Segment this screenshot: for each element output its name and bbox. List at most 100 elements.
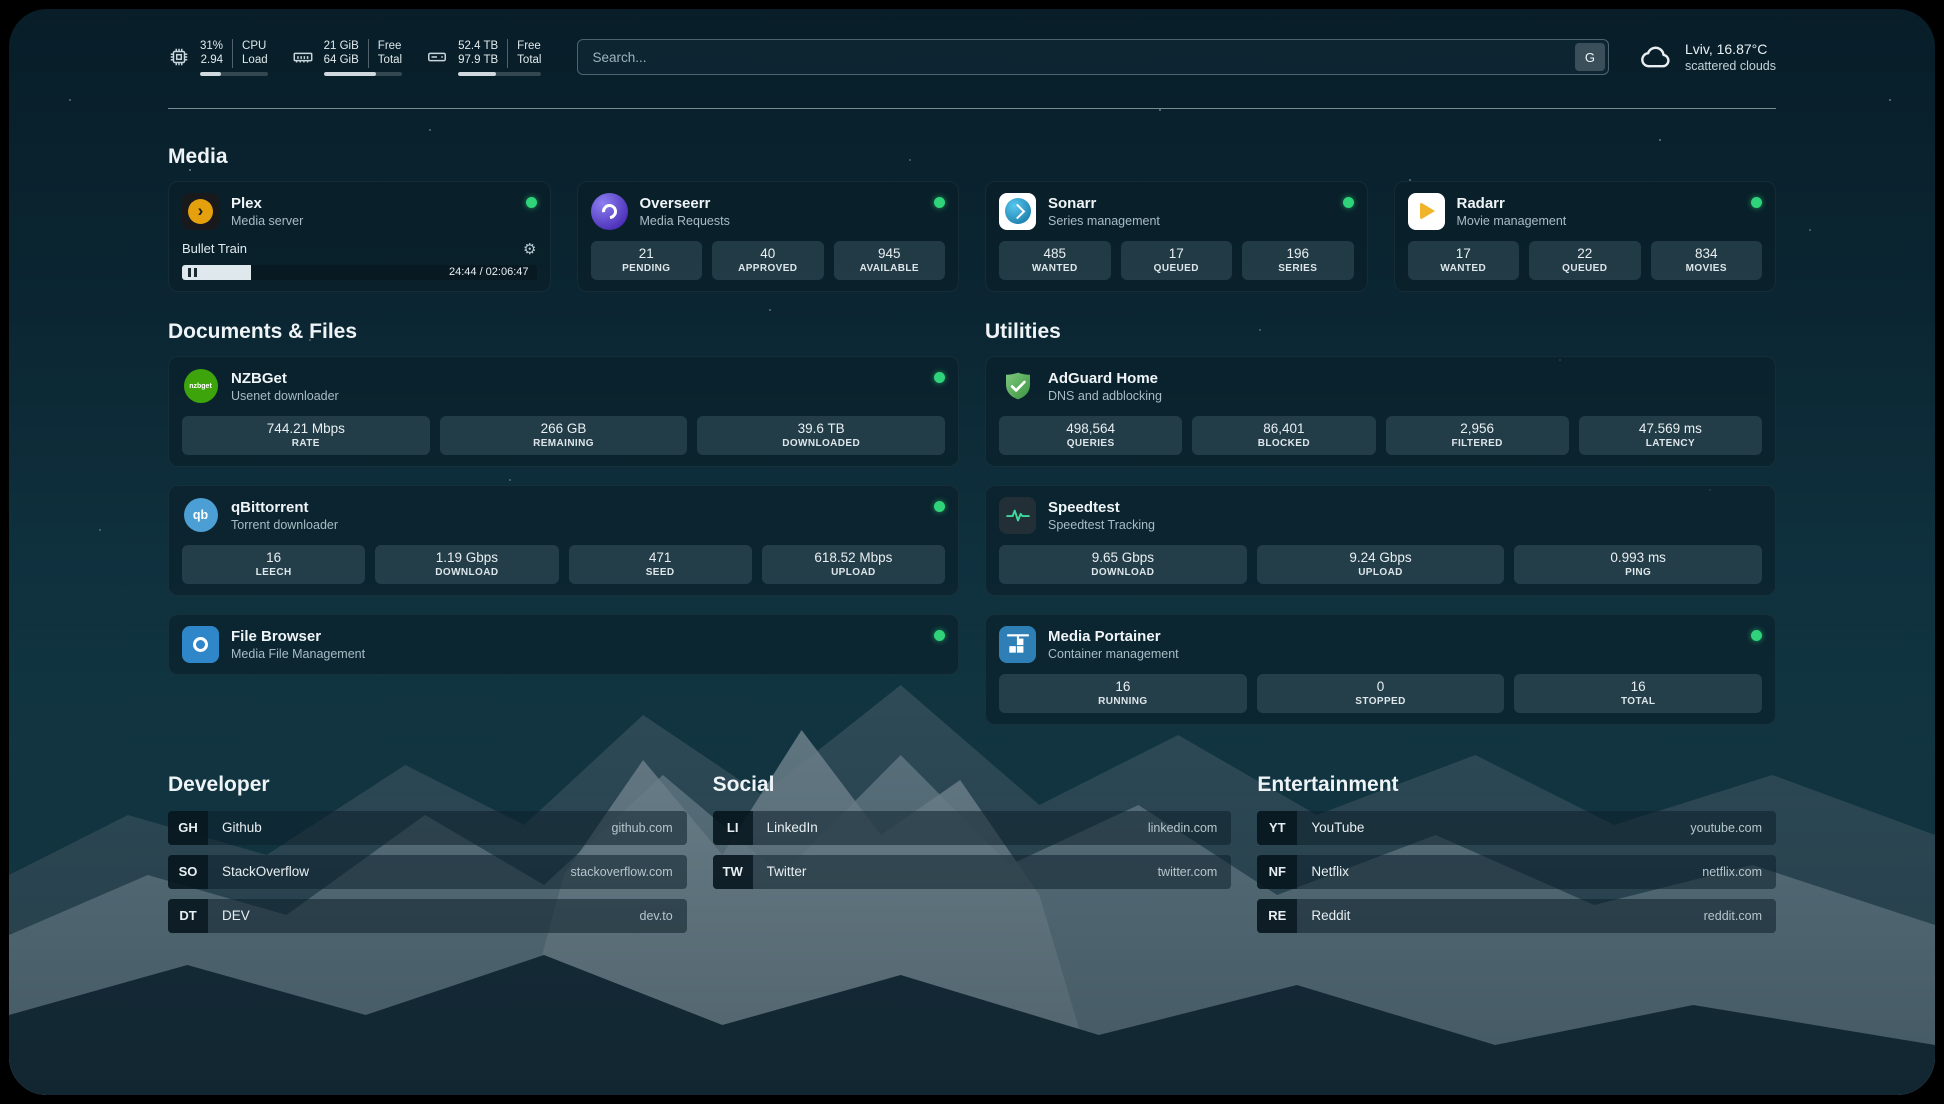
speedtest-icon bbox=[999, 497, 1036, 534]
disk-progress-bar bbox=[458, 72, 541, 76]
bookmark-abbr: DT bbox=[168, 899, 208, 933]
memory-free-value: 21 GiB bbox=[324, 39, 368, 53]
service-subtitle: Torrent downloader bbox=[231, 518, 338, 532]
search-provider-button[interactable]: G bbox=[1575, 43, 1605, 71]
bookmark-abbr: TW bbox=[713, 855, 753, 889]
plex-icon bbox=[182, 193, 219, 230]
stat-tile: 618.52 MbpsUPLOAD bbox=[762, 545, 945, 584]
search-input[interactable] bbox=[577, 39, 1609, 75]
service-name: AdGuard Home bbox=[1048, 370, 1162, 388]
bookmark-url: youtube.com bbox=[1690, 821, 1776, 835]
bookmark-stackoverflow[interactable]: SO StackOverflow stackoverflow.com bbox=[168, 855, 687, 889]
bookmark-youtube[interactable]: YT YouTube youtube.com bbox=[1257, 811, 1776, 845]
service-subtitle: Movie management bbox=[1457, 214, 1567, 228]
stat-tile: 196SERIES bbox=[1242, 241, 1354, 280]
card-speedtest[interactable]: Speedtest Speedtest Tracking 9.65 GbpsDO… bbox=[985, 485, 1776, 596]
snow-specks bbox=[9, 9, 11, 11]
service-name: Overseerr bbox=[640, 195, 730, 213]
radarr-icon bbox=[1408, 193, 1445, 230]
stat-tile: 471SEED bbox=[569, 545, 752, 584]
bookmark-name: Twitter bbox=[753, 864, 807, 879]
bookmark-url: github.com bbox=[612, 821, 687, 835]
stat-tile: 1.19 GbpsDOWNLOAD bbox=[375, 545, 558, 584]
bookmark-netflix[interactable]: NF Netflix netflix.com bbox=[1257, 855, 1776, 889]
bookmark-linkedin[interactable]: LI LinkedIn linkedin.com bbox=[713, 811, 1232, 845]
social-section-title: Social bbox=[713, 773, 1232, 797]
card-adguard[interactable]: AdGuard Home DNS and adblocking 498,564Q… bbox=[985, 356, 1776, 467]
cpu-icon bbox=[168, 46, 190, 68]
stat-tile: 21PENDING bbox=[591, 241, 703, 280]
stat-tile: 16RUNNING bbox=[999, 674, 1247, 713]
weather-location: Lviv, 16.87°C bbox=[1685, 41, 1776, 57]
memory-icon bbox=[292, 46, 314, 68]
bookmark-dev[interactable]: DT DEV dev.to bbox=[168, 899, 687, 933]
card-portainer[interactable]: Media Portainer Container management 16R… bbox=[985, 614, 1776, 725]
card-overseerr[interactable]: Overseerr Media Requests 21PENDING 40APP… bbox=[577, 181, 960, 292]
card-nzbget[interactable]: nzbget NZBGet Usenet downloader 744.21 M… bbox=[168, 356, 959, 467]
service-subtitle: Media server bbox=[231, 214, 303, 228]
bookmark-twitter[interactable]: TW Twitter twitter.com bbox=[713, 855, 1232, 889]
stat-tile: 16TOTAL bbox=[1514, 674, 1762, 713]
card-sonarr[interactable]: Sonarr Series management 485WANTED 17QUE… bbox=[985, 181, 1368, 292]
overseerr-icon bbox=[591, 193, 628, 230]
stat-tile: 834MOVIES bbox=[1651, 241, 1763, 280]
card-qbittorrent[interactable]: qb qBittorrent Torrent downloader 16LEEC… bbox=[168, 485, 959, 596]
sonarr-icon bbox=[999, 193, 1036, 230]
section-utilities: Utilities AdGu bbox=[985, 320, 1776, 725]
bookmark-name: DEV bbox=[208, 908, 250, 923]
stat-tile: 9.24 GbpsUPLOAD bbox=[1257, 545, 1505, 584]
weather-condition: scattered clouds bbox=[1685, 59, 1776, 73]
bookmarks-area: Developer GH Github github.com SO StackO… bbox=[168, 773, 1776, 933]
bookmark-abbr: YT bbox=[1257, 811, 1297, 845]
settings-icon[interactable] bbox=[523, 240, 536, 258]
cloud-icon bbox=[1639, 40, 1673, 74]
stat-tile: 47.569 msLATENCY bbox=[1579, 416, 1762, 455]
playback-progress-bar[interactable]: 24:44 / 02:06:47 bbox=[182, 265, 537, 280]
media-grid: Plex Media server Bullet Train 24: bbox=[168, 181, 1776, 292]
top-bar: 31% CPU 2.94 Load 21 GiB Free 64 GiB bbox=[168, 9, 1776, 76]
card-plex[interactable]: Plex Media server Bullet Train 24: bbox=[168, 181, 551, 292]
service-subtitle: Speedtest Tracking bbox=[1048, 518, 1155, 532]
filebrowser-icon bbox=[182, 626, 219, 663]
stat-tile: 9.65 GbpsDOWNLOAD bbox=[999, 545, 1247, 584]
card-radarr[interactable]: Radarr Movie management 17WANTED 22QUEUE… bbox=[1394, 181, 1777, 292]
search-bar: G bbox=[577, 39, 1609, 75]
service-name: Media Portainer bbox=[1048, 628, 1179, 646]
status-dot bbox=[1751, 197, 1762, 208]
card-filebrowser[interactable]: File Browser Media File Management bbox=[168, 614, 959, 675]
stat-tile: 16LEECH bbox=[182, 545, 365, 584]
disk-free-value: 52.4 TB bbox=[458, 39, 507, 53]
disk-total-label: Total bbox=[507, 53, 541, 67]
bookmark-url: stackoverflow.com bbox=[571, 865, 687, 879]
disk-widget: 52.4 TB Free 97.9 TB Total bbox=[426, 39, 541, 76]
service-name: qBittorrent bbox=[231, 499, 338, 517]
pause-button[interactable] bbox=[188, 268, 197, 277]
portainer-icon bbox=[999, 626, 1036, 663]
stat-tile: 40APPROVED bbox=[712, 241, 824, 280]
memory-progress-bar bbox=[324, 72, 402, 76]
status-dot bbox=[1751, 630, 1762, 641]
status-dot bbox=[1343, 197, 1354, 208]
bookmark-github[interactable]: GH Github github.com bbox=[168, 811, 687, 845]
bookmark-group-social: Social LI LinkedIn linkedin.com TW Twitt… bbox=[713, 773, 1232, 933]
cpu-percent: 31% bbox=[200, 39, 232, 53]
bookmark-name: LinkedIn bbox=[753, 820, 818, 835]
bookmark-abbr: GH bbox=[168, 811, 208, 845]
media-section-title: Media bbox=[168, 145, 1776, 169]
nzbget-icon: nzbget bbox=[182, 368, 219, 405]
bookmark-reddit[interactable]: RE Reddit reddit.com bbox=[1257, 899, 1776, 933]
stat-tile: 17WANTED bbox=[1408, 241, 1520, 280]
stat-tile: 266 GBREMAINING bbox=[440, 416, 688, 455]
cpu-label: CPU bbox=[232, 39, 268, 53]
disk-icon bbox=[426, 46, 448, 68]
service-name: Sonarr bbox=[1048, 195, 1160, 213]
section-media: Media Plex Media server Bullet Train bbox=[168, 145, 1776, 292]
service-name: NZBGet bbox=[231, 370, 339, 388]
documents-section-title: Documents & Files bbox=[168, 320, 959, 344]
bookmark-group-entertainment: Entertainment YT YouTube youtube.com NF … bbox=[1257, 773, 1776, 933]
entertainment-section-title: Entertainment bbox=[1257, 773, 1776, 797]
bookmark-url: dev.to bbox=[640, 909, 687, 923]
cpu-widget: 31% CPU 2.94 Load bbox=[168, 39, 268, 76]
stat-tile: 86,401BLOCKED bbox=[1192, 416, 1375, 455]
cpu-progress-bar bbox=[200, 72, 268, 76]
